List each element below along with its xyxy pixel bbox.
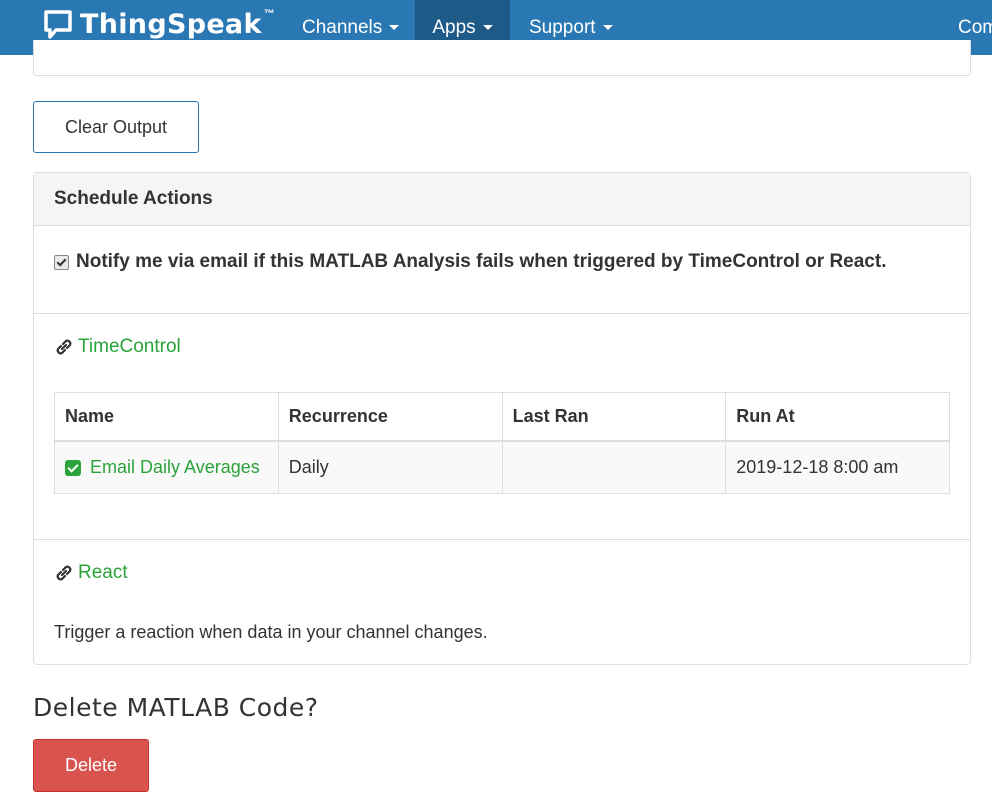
delete-button[interactable]: Delete bbox=[33, 739, 149, 792]
react-section-heading: React bbox=[54, 562, 128, 584]
table-header-row: Name Recurrence Last Ran Run At bbox=[54, 392, 950, 442]
column-header-recurrence: Recurrence bbox=[277, 392, 503, 442]
divider bbox=[34, 539, 970, 540]
check-square-icon bbox=[65, 459, 81, 476]
column-header-run-at: Run At bbox=[725, 392, 950, 442]
delete-heading: Delete MATLAB Code? bbox=[33, 693, 319, 722]
notify-checkbox[interactable] bbox=[54, 254, 69, 270]
schedule-actions-panel: Schedule Actions Notify me via email if … bbox=[33, 172, 971, 665]
nav-channels-label: Channels bbox=[302, 16, 383, 38]
nav-support-label: Support bbox=[529, 16, 596, 38]
output-panel bbox=[33, 40, 971, 76]
caret-down-icon bbox=[602, 25, 613, 30]
trademark-symbol: ™ bbox=[263, 8, 275, 20]
notify-option: Notify me via email if this MATLAB Analy… bbox=[54, 251, 886, 273]
cell-last-ran bbox=[501, 440, 727, 494]
column-header-name: Name bbox=[54, 392, 279, 442]
timecontrol-link[interactable]: TimeControl bbox=[78, 336, 181, 358]
link-icon bbox=[56, 339, 72, 355]
chat-bubble-logo-icon bbox=[44, 10, 72, 39]
nav-apps-label: Apps bbox=[432, 16, 476, 38]
schedule-actions-heading: Schedule Actions bbox=[34, 173, 970, 226]
column-header-last-ran: Last Ran bbox=[501, 392, 727, 442]
react-description: Trigger a reaction when data in your cha… bbox=[54, 622, 488, 642]
cell-run-at: 2019-12-18 8:00 am bbox=[725, 440, 950, 494]
clear-output-button[interactable]: Clear Output bbox=[33, 101, 199, 153]
table-row: Email Daily Averages Daily 2019-12-18 8:… bbox=[54, 440, 950, 494]
timecontrol-name-link[interactable]: Email Daily Averages bbox=[90, 457, 260, 478]
divider bbox=[34, 313, 970, 314]
link-icon bbox=[56, 565, 72, 581]
timecontrol-section-heading: TimeControl bbox=[54, 336, 181, 358]
cell-name: Email Daily Averages bbox=[54, 440, 279, 494]
brand-logo[interactable]: ThingSpeak ™ bbox=[42, 7, 275, 41]
brand-name: ThingSpeak bbox=[80, 8, 262, 40]
caret-down-icon bbox=[389, 25, 400, 30]
nav-community-label: Com bbox=[958, 16, 992, 38]
timecontrol-table: Name Recurrence Last Ran Run At Email Da… bbox=[54, 392, 950, 494]
react-link[interactable]: React bbox=[78, 562, 128, 584]
cell-recurrence: Daily bbox=[277, 440, 503, 494]
caret-down-icon bbox=[482, 25, 493, 30]
notify-label: Notify me via email if this MATLAB Analy… bbox=[76, 251, 887, 272]
